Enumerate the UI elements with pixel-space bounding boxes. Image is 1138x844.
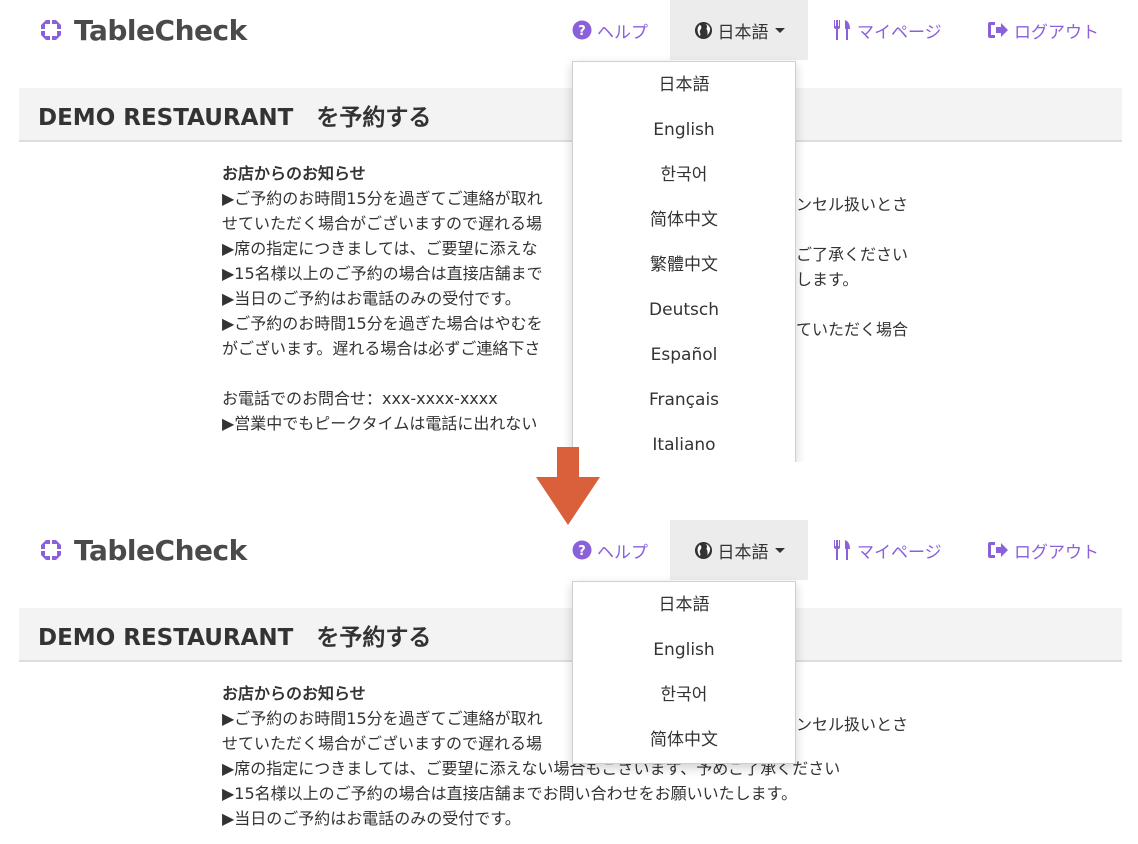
notice-fragment: ていただく場合 — [796, 320, 909, 339]
cutlery-icon — [834, 20, 850, 40]
cutlery-icon — [834, 540, 850, 560]
language-option-ko[interactable]: 한국어 — [573, 673, 795, 718]
tablecheck-logo-icon — [41, 540, 61, 560]
mypage-label: マイページ — [857, 22, 942, 43]
language-option-zh-hans[interactable]: 简体中文 — [573, 718, 795, 763]
page-title: DEMO RESTAURANT を予約する — [38, 105, 432, 131]
logout-link[interactable]: ログアウト — [987, 520, 1099, 580]
logo[interactable]: TableCheck — [37, 12, 247, 48]
help-link[interactable]: ? ヘルプ — [572, 520, 648, 580]
logout-label: ログアウト — [1014, 542, 1099, 563]
question-circle-icon: ? — [572, 540, 592, 560]
screenshot-after: TableCheck ? ヘルプ 日本語 マイページ ログアウト DEMO RE… — [0, 520, 1138, 844]
mypage-label: マイページ — [857, 542, 942, 563]
language-option-ja[interactable]: 日本語 — [573, 582, 795, 628]
sign-out-icon — [988, 22, 1008, 38]
notice-fragment: ンセル扱いとさ — [796, 195, 909, 214]
language-option-de[interactable]: Deutsch — [573, 288, 795, 333]
language-option-ko[interactable]: 한국어 — [573, 153, 795, 198]
screenshot-before: TableCheck ? ヘルプ 日本語 マイページ ログアウト DEMO RE… — [0, 0, 1138, 462]
help-label: ヘルプ — [597, 22, 648, 43]
logo-text: TableCheck — [74, 533, 247, 567]
caret-down-icon — [774, 547, 785, 553]
language-label: 日本語 — [717, 542, 769, 563]
globe-icon — [694, 541, 712, 559]
language-dropdown-menu: 日本語 English 한국어 简体中文 — [572, 581, 796, 764]
language-option-ja[interactable]: 日本語 — [573, 62, 795, 108]
help-label: ヘルプ — [597, 542, 648, 563]
notice-fragment: ご了承ください — [796, 245, 909, 264]
logo-text: TableCheck — [74, 13, 247, 47]
language-option-en[interactable]: English — [573, 628, 795, 673]
language-option-es[interactable]: Español — [573, 333, 795, 378]
logout-label: ログアウト — [1014, 22, 1099, 43]
language-option-it[interactable]: Italiano — [573, 423, 795, 462]
notice-line: ▶15名様以上のご予約の場合は直接店舗までお問い合わせをお願いいたします。 — [222, 784, 798, 803]
language-dropdown-toggle[interactable]: 日本語 — [670, 0, 808, 60]
notice-line: ▶当日のご予約はお電話のみの受付です。 — [222, 809, 521, 828]
svg-text:?: ? — [578, 544, 586, 559]
notice-fragment: ンセル扱いとさ — [796, 715, 909, 734]
mypage-link[interactable]: マイページ — [832, 0, 942, 60]
language-label: 日本語 — [717, 22, 769, 43]
language-dropdown-menu: 日本語 English 한국어 简体中文 繁體中文 Deutsch Españo… — [572, 61, 796, 462]
logo[interactable]: TableCheck — [37, 532, 247, 568]
language-option-en[interactable]: English — [573, 108, 795, 153]
mypage-link[interactable]: マイページ — [832, 520, 942, 580]
help-link[interactable]: ? ヘルプ — [572, 0, 648, 60]
question-circle-icon: ? — [572, 20, 592, 40]
page-title-bar: DEMO RESTAURANT を予約する — [19, 608, 1122, 662]
svg-text:?: ? — [578, 24, 586, 39]
notice-fragment: します。 — [796, 270, 859, 289]
logout-link[interactable]: ログアウト — [987, 0, 1099, 60]
language-option-zh-hans[interactable]: 简体中文 — [573, 198, 795, 243]
language-option-fr[interactable]: Français — [573, 378, 795, 423]
tablecheck-logo-icon — [41, 20, 61, 40]
page-title: DEMO RESTAURANT を予約する — [38, 625, 432, 651]
caret-down-icon — [774, 27, 785, 33]
language-option-zh-hant[interactable]: 繁體中文 — [573, 243, 795, 288]
globe-icon — [694, 21, 712, 39]
page-title-bar: DEMO RESTAURANT を予約する — [19, 88, 1122, 142]
language-dropdown-toggle[interactable]: 日本語 — [670, 520, 808, 580]
arrow-down-icon — [536, 447, 600, 525]
sign-out-icon — [988, 542, 1008, 558]
